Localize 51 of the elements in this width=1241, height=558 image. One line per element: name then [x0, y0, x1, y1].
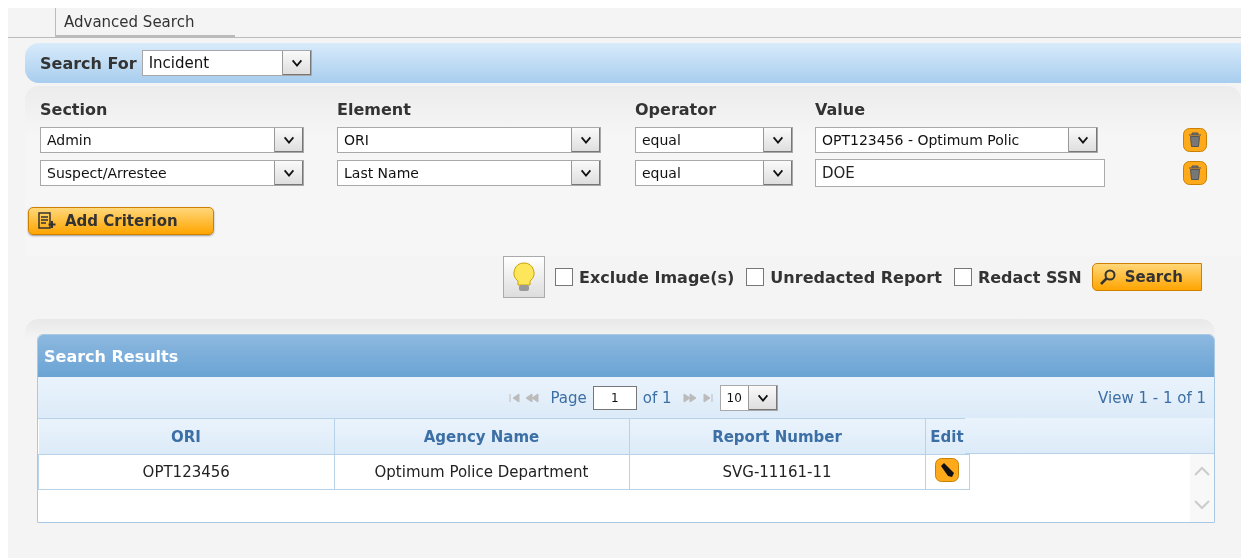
dropdown[interactable]: Admin: [40, 127, 304, 153]
chevron-down-icon: [747, 385, 777, 410]
checkbox[interactable]: [555, 268, 573, 286]
page-label: Page: [550, 388, 587, 407]
search-icon: [1098, 268, 1117, 286]
column-header: Element: [337, 100, 412, 121]
checkbox-label: Unredacted Report: [770, 267, 942, 287]
dropdown[interactable]: 10: [719, 384, 778, 411]
chevron-down-icon: [274, 128, 303, 152]
table-cell: OPT123456: [38, 454, 334, 490]
record-count: View 1 - 1 of 1: [1098, 388, 1207, 407]
chevron-down-icon: [281, 51, 311, 75]
chevron-down-icon: [1068, 128, 1097, 152]
dropdown[interactable]: equal: [635, 127, 793, 153]
column-header: Section: [40, 100, 109, 121]
dropdown[interactable]: ORI: [337, 127, 601, 153]
trash-icon[interactable]: [1183, 161, 1207, 185]
column-header[interactable]: ORI: [38, 419, 334, 455]
chevron-down-icon: [763, 128, 792, 152]
tab[interactable]: Advanced Search: [55, 8, 235, 37]
tips-button[interactable]: [503, 256, 545, 298]
lightbulb-icon: [511, 261, 537, 293]
page-count: of 1: [642, 388, 672, 407]
chevron-down-icon: [763, 161, 792, 185]
dropdown[interactable]: equal: [635, 160, 793, 186]
table-cell: SVG-11161-11: [629, 454, 925, 490]
add-list-icon: [37, 211, 57, 231]
chevron-down-icon: [274, 161, 303, 185]
checkbox-label: Redact SSN: [977, 267, 1082, 287]
add-criterion-button[interactable]: Add Criterion: [28, 207, 214, 235]
table-cell: Optimum Police Department: [334, 454, 629, 490]
page-field[interactable]: 1: [592, 385, 637, 410]
results-title: Search Results: [38, 335, 1214, 377]
dropdown[interactable]: OPT123456 - Optimum Polic: [815, 127, 1098, 153]
value-field[interactable]: DOE: [815, 159, 1105, 187]
column-header: Operator: [635, 100, 718, 121]
column-header: Value: [815, 100, 867, 121]
checkbox[interactable]: [746, 268, 765, 286]
dropdown[interactable]: Suspect/Arrestee: [40, 160, 304, 186]
edit-pencil-icon[interactable]: [935, 458, 959, 482]
checkbox[interactable]: [953, 268, 972, 286]
trash-icon[interactable]: [1183, 128, 1207, 152]
checkbox-label: Exclude Image(s): [579, 267, 735, 287]
column-header[interactable]: Report Number: [629, 419, 925, 455]
search-for-label: Search For: [40, 53, 137, 73]
dropdown[interactable]: Incident: [141, 50, 312, 76]
dropdown[interactable]: Last Name: [337, 160, 601, 186]
chevron-down-icon: [571, 161, 600, 185]
column-header[interactable]: Agency Name: [334, 419, 629, 455]
chevron-down-icon: [571, 128, 600, 152]
search-button[interactable]: Search: [1091, 263, 1202, 291]
